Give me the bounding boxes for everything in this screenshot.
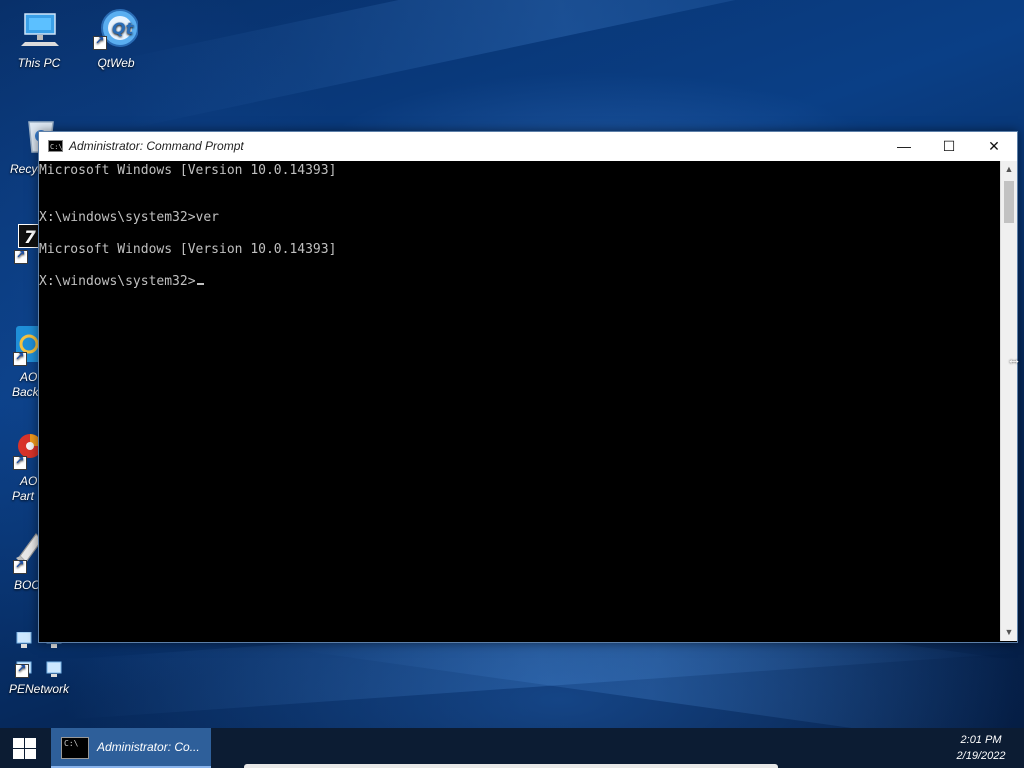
computer-icon xyxy=(21,13,59,46)
shortcut-arrow-icon xyxy=(13,558,27,574)
desktop-icon-this-pc[interactable]: This PC xyxy=(3,2,75,80)
taskbar-overlay-strip xyxy=(244,764,778,768)
taskbar-item-label: Administrator: Co... xyxy=(97,740,200,754)
close-button[interactable]: ✕ xyxy=(971,132,1017,161)
console-output[interactable]: Microsoft Windows [Version 10.0.14393] X… xyxy=(39,161,1000,641)
shortcut-arrow-icon xyxy=(14,248,28,264)
console-prompt-line: X:\windows\system32> xyxy=(39,274,204,290)
minimize-button[interactable]: — xyxy=(881,132,927,161)
console-prompt: X:\windows\system32> xyxy=(39,274,196,289)
clock-time: 2:01 PM xyxy=(960,734,1002,746)
cmd-icon: C:\ xyxy=(61,737,89,759)
start-button[interactable] xyxy=(0,728,48,768)
scrollbar-thumb[interactable] xyxy=(1004,181,1014,223)
vertical-scrollbar[interactable]: ▲ ▼ xyxy=(1000,161,1017,641)
minimize-icon: — xyxy=(897,138,911,154)
taskbar-item-command-prompt[interactable]: C:\ Administrator: Co... xyxy=(51,728,211,768)
taskbar: C:\ Administrator: Co... 2:01 PM 2/19/20… xyxy=(0,728,1024,768)
console-line: Microsoft Windows [Version 10.0.14393] xyxy=(39,242,337,257)
wallpaper-beam xyxy=(112,0,1008,130)
console-line: X:\windows\system32>ver xyxy=(39,210,220,225)
window-title: Administrator: Command Prompt xyxy=(69,139,244,153)
desktop-icon-label: This PC xyxy=(17,56,61,70)
title-bar[interactable]: C:\ Administrator: Command Prompt — ☐ ✕ xyxy=(39,132,1017,161)
svg-text:7: 7 xyxy=(24,228,36,248)
desktop-icon-qtweb[interactable]: Qt QtWeb xyxy=(80,2,152,80)
console-line: Microsoft Windows [Version 10.0.14393] xyxy=(39,163,337,178)
text-cursor xyxy=(196,283,204,285)
system-clock[interactable]: 2:01 PM 2/19/2022 xyxy=(940,732,1022,764)
maximize-button[interactable]: ☐ xyxy=(926,132,972,161)
shortcut-arrow-icon xyxy=(13,454,27,470)
desktop-icon-label: PENetwork xyxy=(8,682,70,696)
shortcut-arrow-icon xyxy=(15,662,29,678)
svg-text:Qt: Qt xyxy=(112,19,135,38)
shortcut-arrow-icon xyxy=(93,34,107,50)
close-icon: ✕ xyxy=(988,138,1000,154)
cmd-icon: C:\ xyxy=(48,140,63,152)
scroll-down-arrow-icon[interactable]: ▼ xyxy=(1001,624,1017,641)
resize-cursor-icon: ↔ xyxy=(1006,351,1022,368)
shortcut-arrow-icon xyxy=(13,350,27,366)
desktop-icon-label: QtWeb xyxy=(97,56,135,70)
command-prompt-window[interactable]: C:\ Administrator: Command Prompt — ☐ ✕ … xyxy=(38,131,1018,643)
maximize-icon: ☐ xyxy=(942,138,956,154)
scroll-up-arrow-icon[interactable]: ▲ xyxy=(1001,161,1017,178)
clock-date: 2/19/2022 xyxy=(956,750,1006,762)
